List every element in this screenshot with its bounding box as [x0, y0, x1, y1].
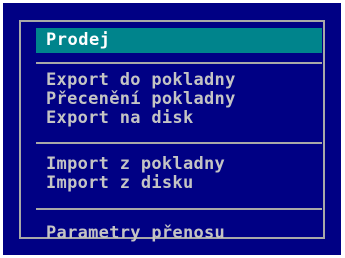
divider — [36, 62, 322, 64]
menu-item-preceneni-pokladny[interactable]: Přecenění pokladny — [46, 90, 236, 108]
menu-item-export-na-disk[interactable]: Export na disk — [46, 109, 194, 127]
menu-title: Prodej — [46, 30, 111, 50]
divider — [36, 142, 322, 144]
menu-title-bar[interactable]: Prodej — [36, 28, 322, 53]
menu-item-parametry-prenosu[interactable]: Parametry přenosu — [46, 224, 225, 242]
divider — [36, 208, 322, 210]
menu-item-import-z-pokladny[interactable]: Import z pokladny — [46, 155, 225, 173]
menu-window: Prodej Export do pokladny Přecenění pokl… — [3, 3, 341, 255]
menu-item-export-do-pokladny[interactable]: Export do pokladny — [46, 71, 236, 89]
menu-item-import-z-disku[interactable]: Import z disku — [46, 174, 194, 192]
